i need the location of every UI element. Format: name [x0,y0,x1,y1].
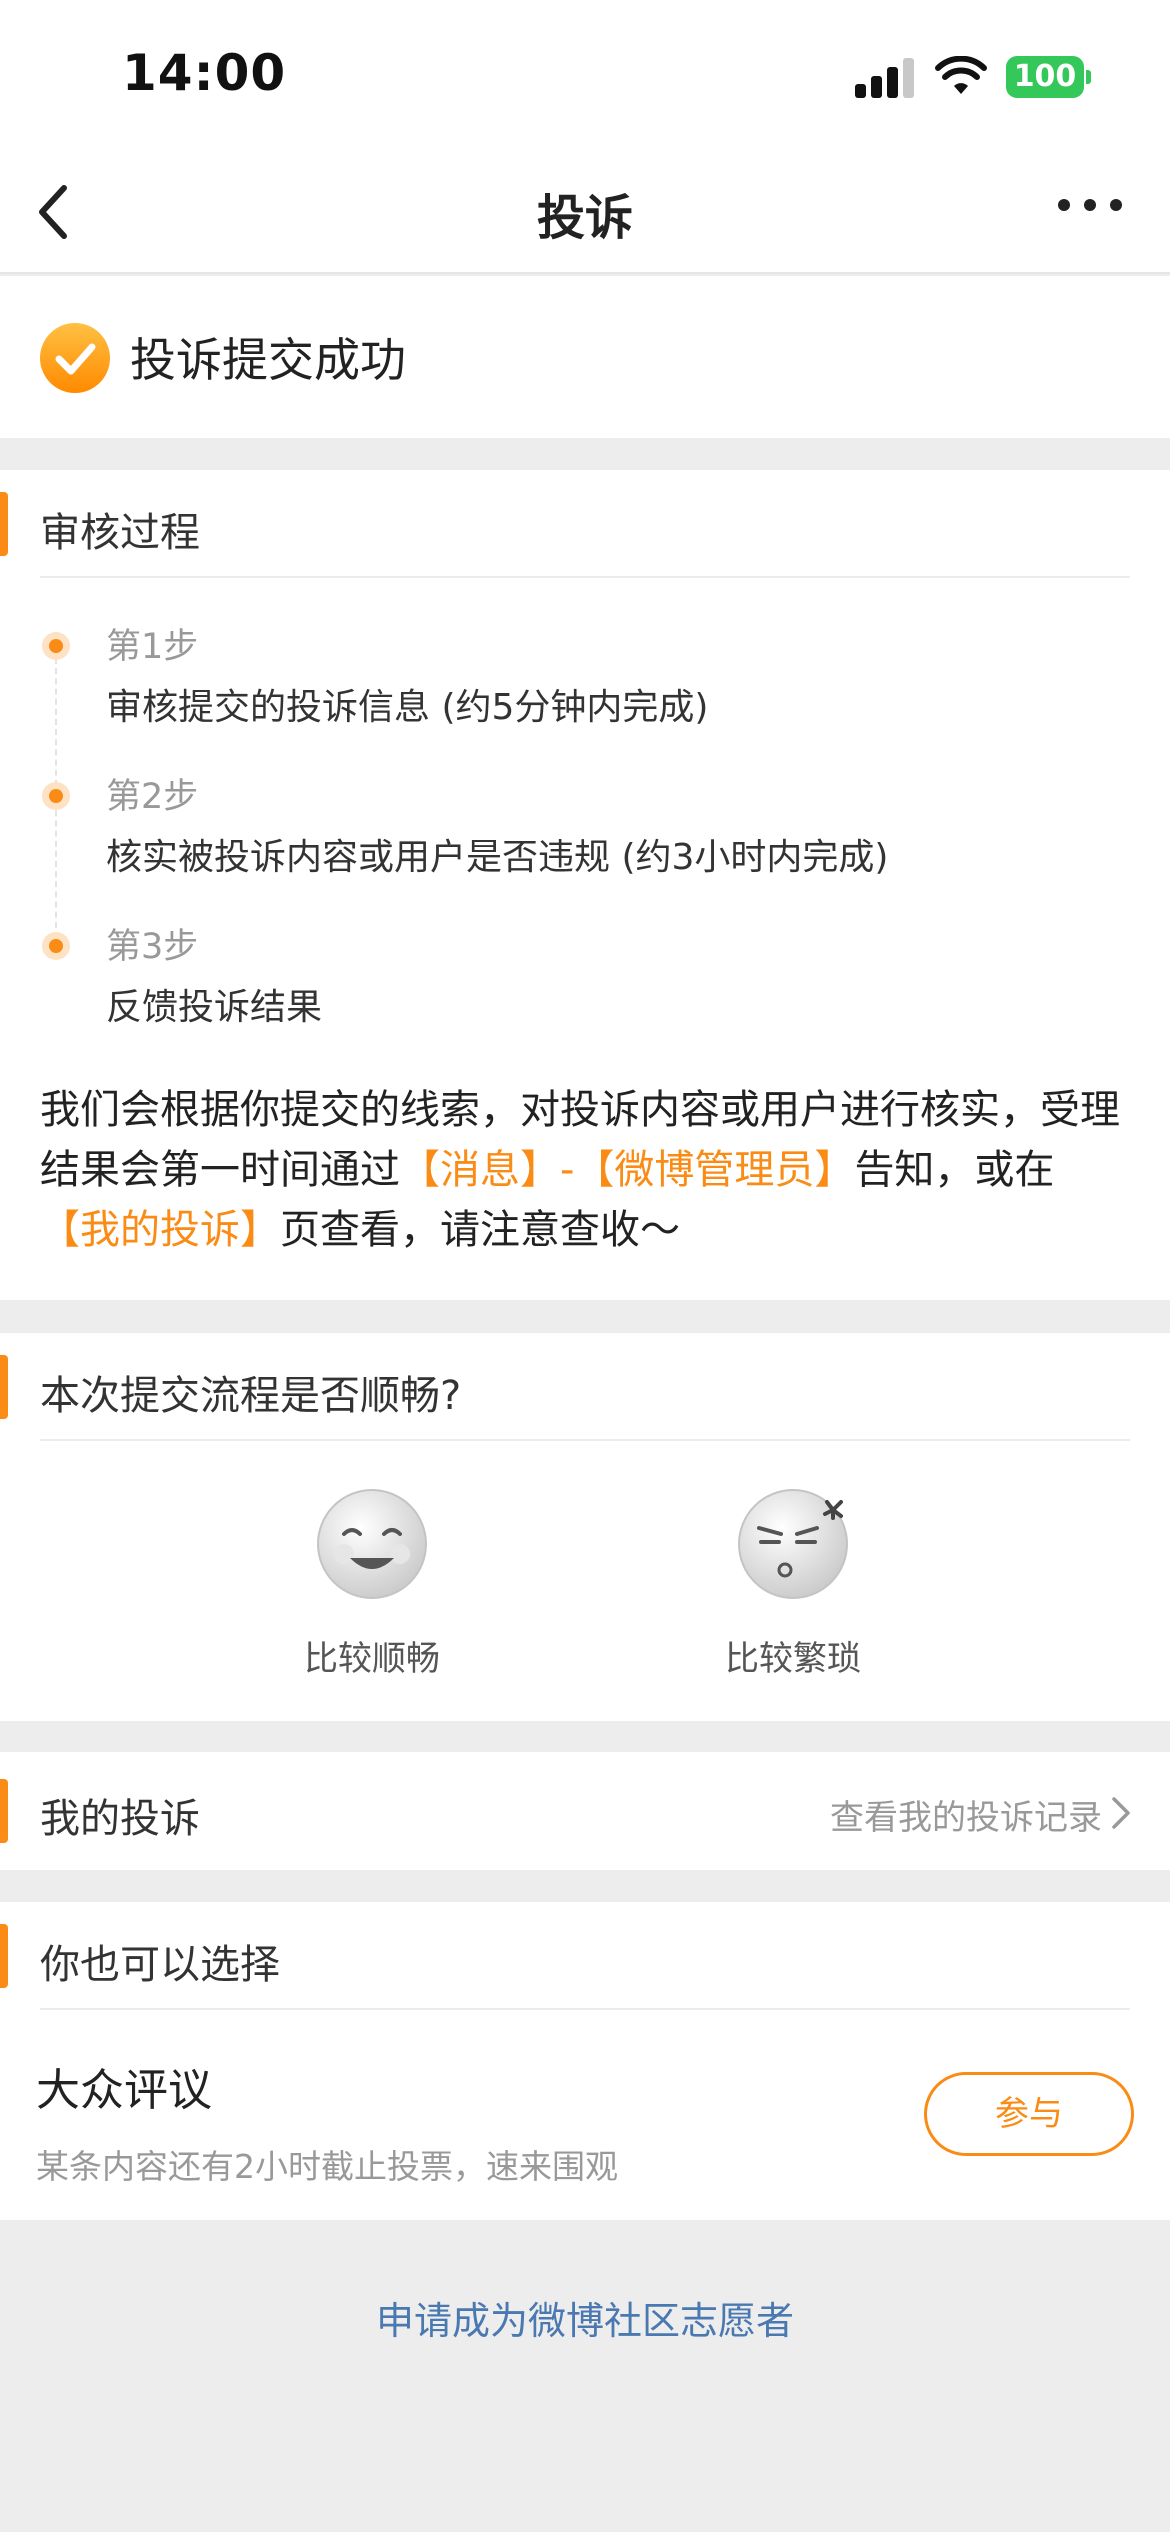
note-text: 告知，或在 [854,1147,1055,1193]
chevron-right-icon [1112,1797,1130,1829]
tedious-option-label[interactable]: 比较繁琐 [663,1631,923,1680]
success-banner: 投诉提交成功 [0,276,1170,438]
section-accent-bar [0,1924,8,1988]
divider [40,2008,1130,2010]
step-title: 第1步 [106,627,199,667]
section-title: 本次提交流程是否顺畅? [40,1373,462,1419]
volunteer-link[interactable]: 申请成为微博社区志愿者 [0,2290,1170,2345]
messages-admin-link[interactable]: 【消息】-【微博管理员】 [400,1147,854,1193]
complaint-success-page: 14:00 100 投诉 投诉提交成功 审核过程 第1步 审核提交的投诉信息 (… [0,0,1170,2532]
view-complaint-records-link[interactable]: 查看我的投诉记录 [830,1790,1102,1839]
my-complaints-row[interactable]: 我的投诉 查看我的投诉记录 [0,1752,1170,1870]
smile-face-icon[interactable] [316,1488,428,1600]
step-dot [42,782,70,810]
signal-icon [855,58,914,98]
battery-tip [1086,70,1091,84]
note-text: 页查看，请注意查收～ [280,1207,680,1253]
page-title: 投诉 [536,190,633,246]
review-process-section: 审核过程 第1步 审核提交的投诉信息 (约5分钟内完成) 第2步 核实被投诉内容… [0,470,1170,1300]
section-title: 我的投诉 [40,1796,200,1842]
battery-indicator: 100 [1006,56,1092,98]
smooth-option-label[interactable]: 比较顺畅 [242,1631,502,1680]
public-review-title: 大众评议 [36,2065,212,2116]
check-circle-icon [40,323,110,393]
section-accent-bar [0,1779,8,1843]
more-options-section: 你也可以选择 大众评议 某条内容还有2小时截止投票，速来围观 参与 [0,1902,1170,2220]
annoyed-face-icon[interactable] [737,1488,849,1600]
section-title: 你也可以选择 [40,1942,280,1988]
status-bar: 14:00 100 [0,0,1170,150]
battery-level: 100 [1013,59,1077,94]
step-description: 反馈投诉结果 [106,987,323,1028]
section-accent-bar [0,1355,8,1419]
success-message: 投诉提交成功 [130,333,406,387]
divider [40,1439,1130,1441]
review-note: 我们会根据你提交的线索，对投诉内容或用户进行核实，受理结果会第一时间通过【消息】… [40,1080,1130,1260]
wifi-icon [935,56,987,94]
join-button[interactable]: 参与 [924,2072,1134,2156]
nav-bar: 投诉 [0,150,1170,274]
step-dot [42,932,70,960]
step-title: 第2步 [106,777,199,817]
feedback-section: 本次提交流程是否顺畅? 比较顺畅 比较繁琐 [0,1333,1170,1721]
section-accent-bar [0,492,8,556]
more-icon[interactable] [1055,190,1125,220]
step-title: 第3步 [106,927,199,967]
step-dot [42,632,70,660]
section-title: 审核过程 [40,510,200,556]
divider [40,576,1130,578]
step-description: 核实被投诉内容或用户是否违规 (约3小时内完成) [106,837,889,878]
step-description: 审核提交的投诉信息 (约5分钟内完成) [106,687,709,728]
status-time: 14:00 [122,44,287,102]
my-complaints-link[interactable]: 【我的投诉】 [40,1207,280,1253]
public-review-description: 某条内容还有2小时截止投票，速来围观 [36,2147,618,2186]
